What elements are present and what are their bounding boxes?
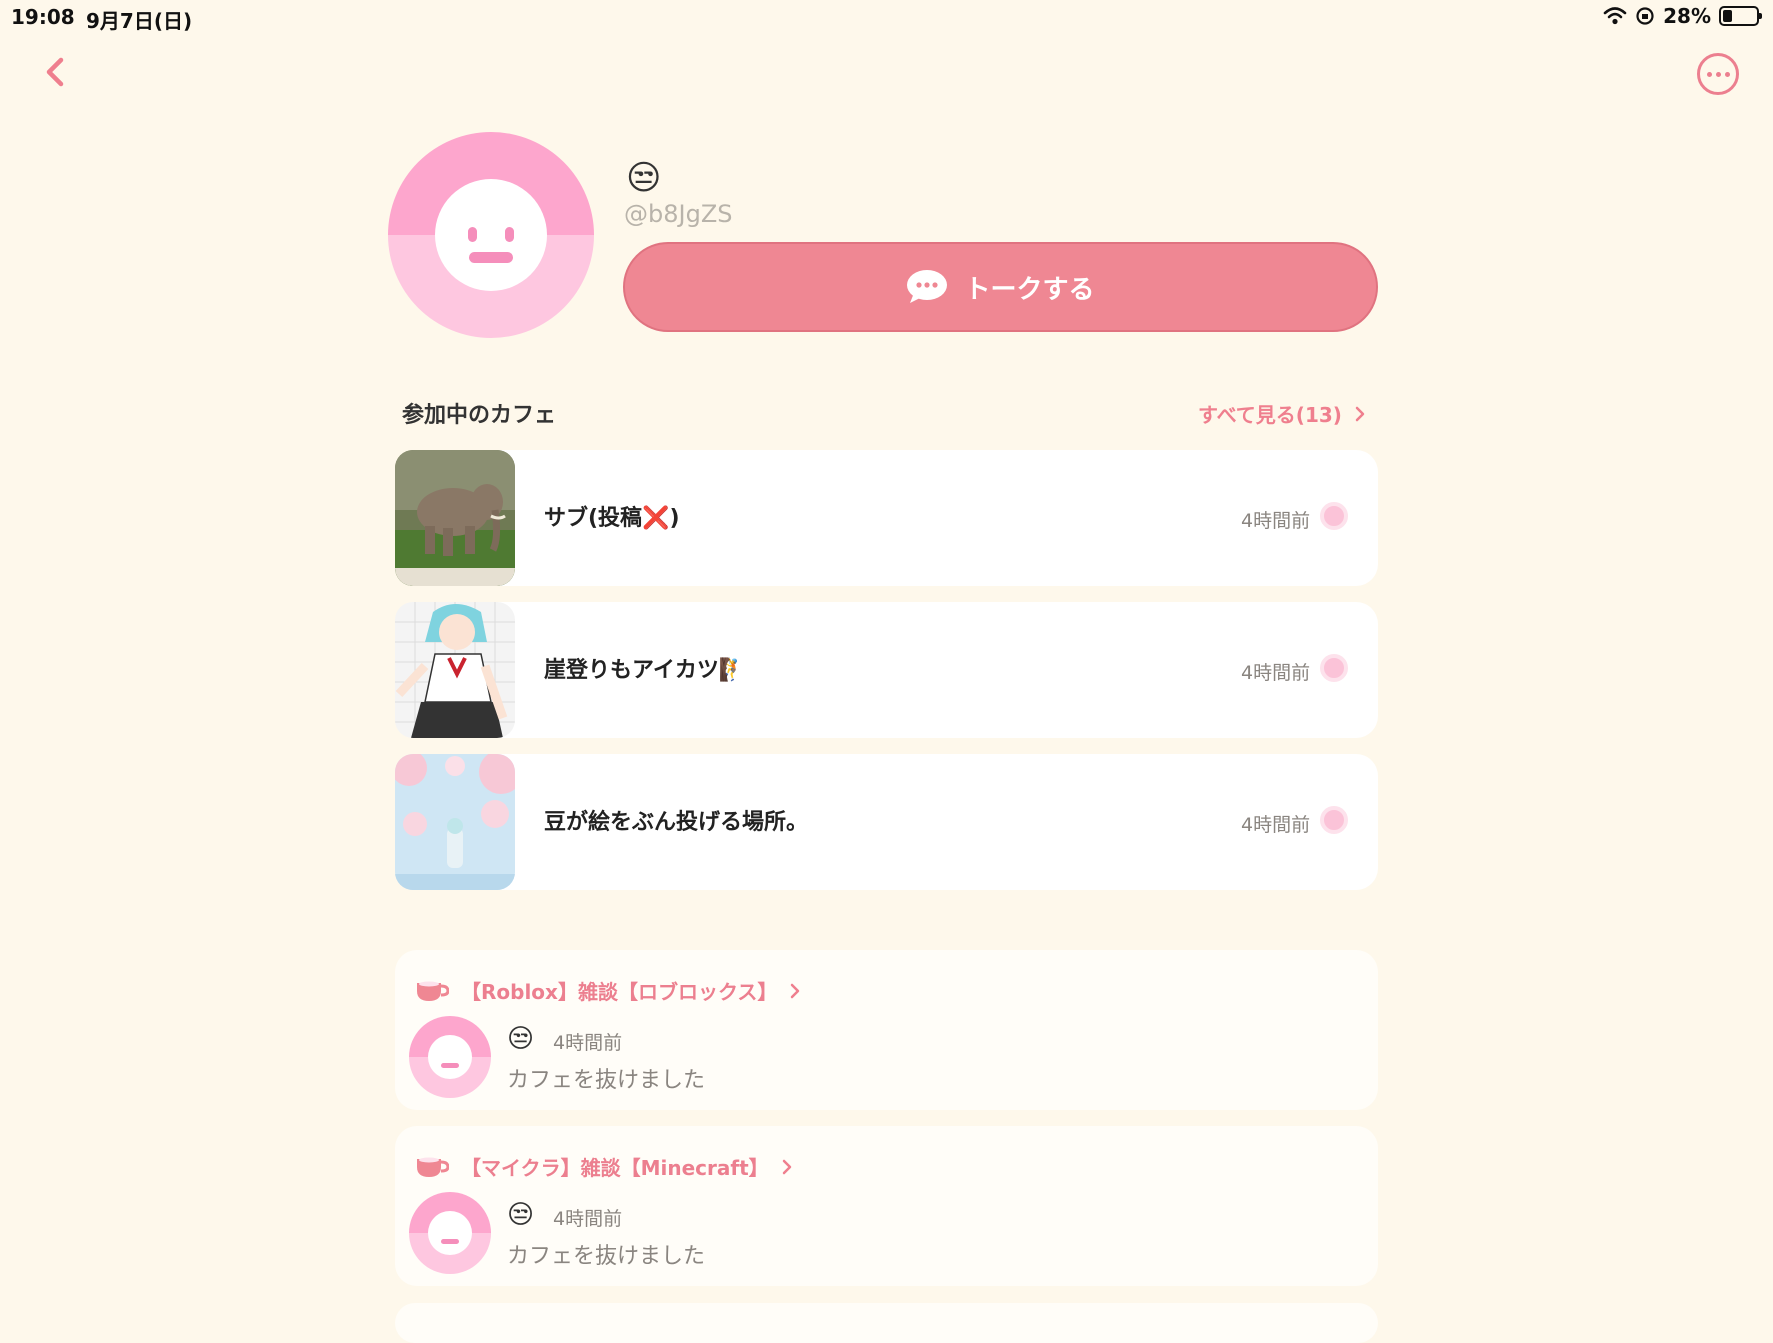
chat-bubble-icon: [907, 270, 948, 303]
cafe-status-icon: [1320, 654, 1348, 682]
activity-avatar: [409, 1192, 491, 1274]
see-all-link[interactable]: すべて見る(13): [1198, 399, 1366, 428]
cafes-section-title: 参加中のカフェ: [402, 403, 557, 428]
activity-card-partial[interactable]: [395, 1303, 1378, 1343]
talk-button[interactable]: トークする: [623, 242, 1378, 332]
cafe-time: 4時間前: [1241, 510, 1311, 532]
more-dot: [1706, 71, 1712, 77]
chevron-left-icon: [46, 57, 64, 87]
battery-icon: [1719, 6, 1762, 26]
activity-cafe-link[interactable]: 【Roblox】雑談【ロブロックス】: [415, 976, 801, 1005]
battery-percent: 28%: [1663, 4, 1711, 28]
activity-avatar: [409, 1016, 491, 1098]
cafe-time: 4時間前: [1241, 662, 1311, 684]
cafe-time: 4時間前: [1241, 814, 1311, 836]
status-bar: 19:08 9月7日(日) 28%: [0, 0, 1773, 34]
activity-card[interactable]: 【マイクラ】雑談【Minecraft】 😒 4時間前 カフェを抜けました: [395, 1126, 1378, 1286]
activity-cafe-link[interactable]: 【マイクラ】雑談【Minecraft】: [415, 1152, 793, 1181]
cafe-thumbnail-anime: [395, 602, 515, 738]
activity-text: カフェを抜けました: [507, 1068, 706, 1093]
more-dot: [1715, 71, 1721, 77]
coffee-cup-icon: [417, 1157, 449, 1177]
activity-emoji: 😒: [507, 1200, 535, 1230]
talk-button-label: トークする: [964, 274, 1095, 305]
status-right: 28%: [1603, 4, 1762, 28]
more-dot: [1724, 71, 1730, 77]
chevron-right-icon: [1355, 406, 1365, 421]
activity-text: カフェを抜けました: [507, 1244, 706, 1269]
activity-cafe-name: 【マイクラ】雑談【Minecraft】: [461, 1156, 769, 1180]
profile-handle: @b8JgZS: [624, 200, 733, 228]
smiley-face-icon: [435, 179, 547, 291]
status-date: 9月7日(日): [86, 9, 193, 33]
cafe-card[interactable]: サブ(投稿❌) 4時間前: [395, 450, 1378, 586]
status-time: 19:08: [11, 5, 75, 29]
activity-time: 4時間前: [553, 1032, 623, 1054]
coffee-cup-icon: [417, 981, 449, 1001]
activity-time: 4時間前: [553, 1208, 623, 1230]
activity-cafe-name: 【Roblox】雑談【ロブロックス】: [461, 980, 778, 1004]
cafe-thumbnail-sakura: [395, 754, 515, 890]
activity-card[interactable]: 【Roblox】雑談【ロブロックス】 😒 4時間前 カフェを抜けました: [395, 950, 1378, 1110]
chevron-right-icon: [791, 983, 800, 998]
wifi-icon: [1603, 7, 1627, 25]
cafe-card[interactable]: 豆が絵をぶん投げる場所。 4時間前: [395, 754, 1378, 890]
cafe-name: 豆が絵をぶん投げる場所。: [544, 810, 809, 835]
back-button[interactable]: [38, 52, 74, 92]
activity-emoji: 😒: [507, 1024, 535, 1054]
see-all-label: すべて見る(13): [1198, 403, 1342, 427]
chevron-right-icon: [782, 1159, 791, 1174]
cafe-status-icon: [1320, 806, 1348, 834]
cafe-status-icon: [1320, 502, 1348, 530]
profile-avatar: [388, 132, 594, 338]
more-options-button[interactable]: [1697, 53, 1739, 95]
cafe-name: サブ(投稿❌): [544, 506, 680, 531]
orientation-lock-icon: [1636, 7, 1654, 25]
cafe-thumbnail-elephant: [395, 450, 515, 586]
cafe-card[interactable]: 崖登りもアイカツ🧗 4時間前: [395, 602, 1378, 738]
profile-emoji: 😒: [626, 158, 662, 198]
cafe-name: 崖登りもアイカツ🧗: [544, 658, 747, 683]
